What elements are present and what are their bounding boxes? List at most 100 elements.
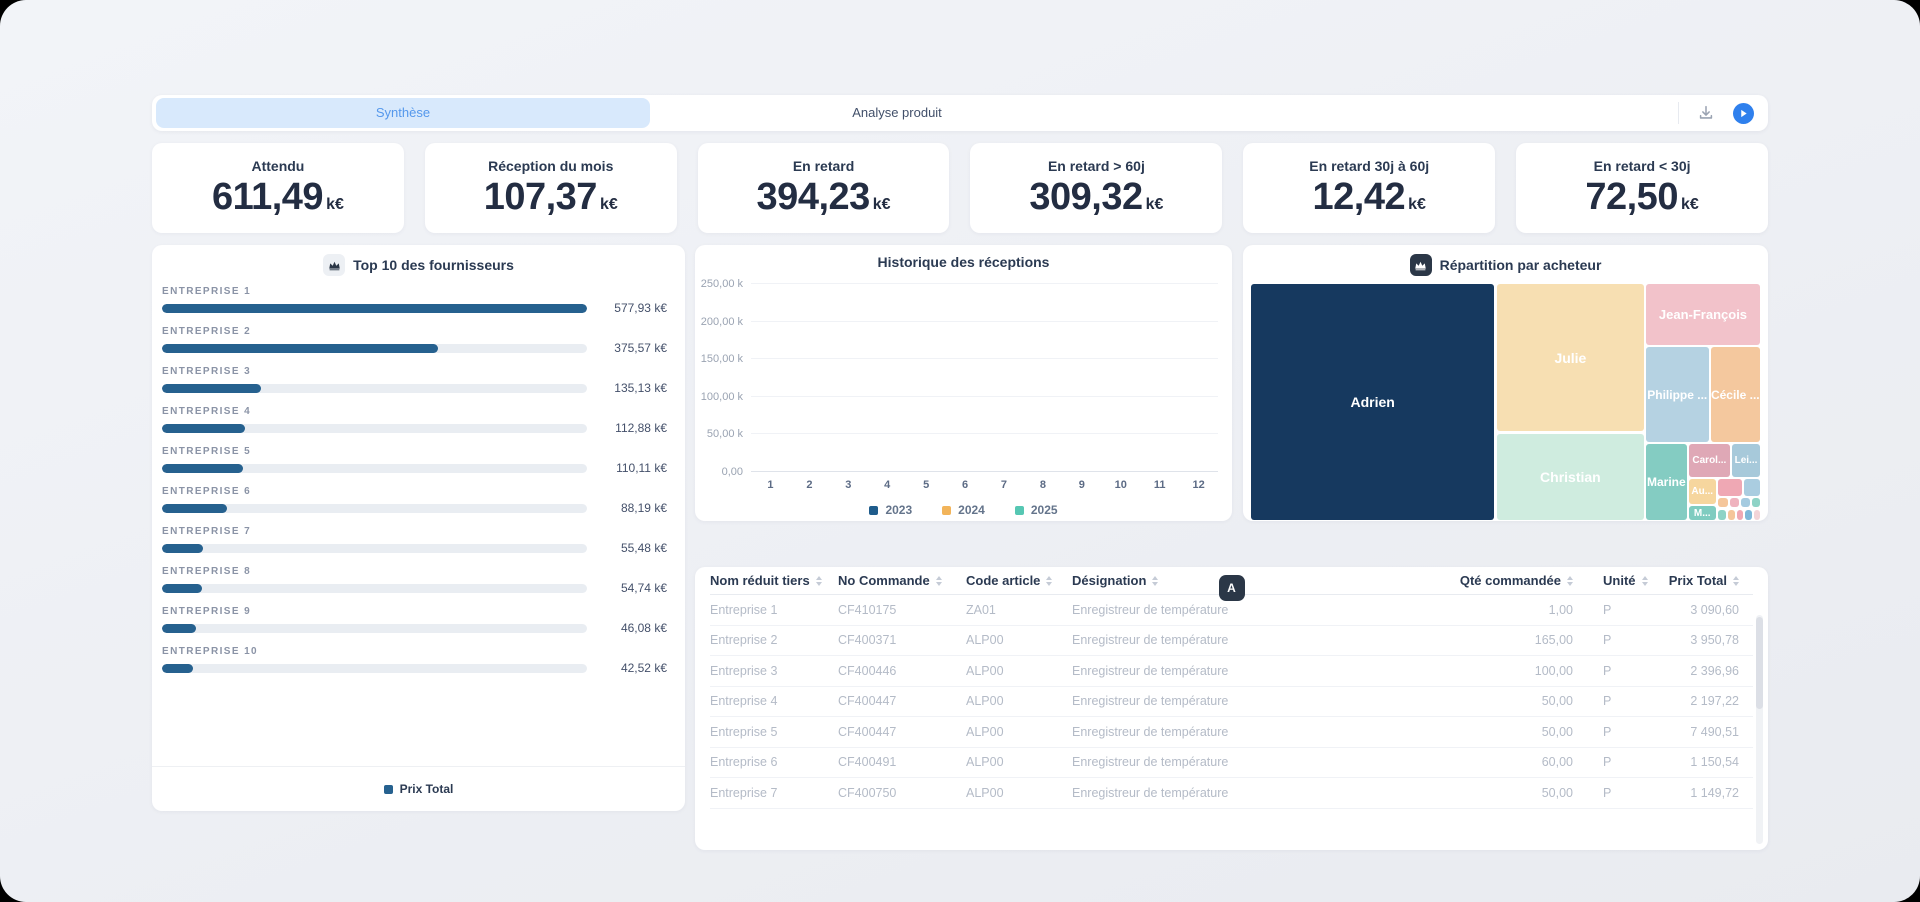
month-label: 8 [1023,479,1062,491]
kpi-unit: k€ [326,196,344,214]
kpi-label: Réception du mois [488,158,613,174]
supplier-bar-row: 54,74 k€ [162,581,667,595]
treemap-cell-small [1744,479,1760,496]
treemap-cell-small [1730,498,1739,507]
table-header-cell[interactable]: Code article [966,573,1072,588]
table-cell: 50,00 [1443,725,1573,739]
tab-synthese[interactable]: Synthèse [156,98,650,128]
table-cell: ALP00 [966,664,1072,678]
kpi-unit: k€ [873,196,891,214]
table-cell: Entreprise 1 [710,603,838,617]
table-cell: Enregistreur de température [1072,725,1443,739]
supplier-bar [162,664,193,673]
month-label: 12 [1179,479,1218,491]
supplier-bar [162,464,243,473]
top10-item: ENTREPRISE 1577,93 k€ [162,286,667,315]
treemap-cell: Philippe ... [1646,347,1709,443]
month-label: 5 [907,479,946,491]
column-label: Code article [966,573,1040,588]
kpi-label: En retard < 30j [1594,158,1691,174]
table-cell: Enregistreur de température [1072,755,1443,769]
top10-title-row: Top 10 des fournisseurs [152,254,685,276]
hist-x-axis: 123456789101112 [751,479,1218,491]
table-header-cell[interactable]: Unité [1573,573,1653,588]
top10-item: ENTREPRISE 946,08 k€ [162,606,667,635]
sort-icon [1733,576,1739,586]
table-header-cell[interactable]: Prix Total [1653,573,1753,588]
table-cell: P [1573,755,1653,769]
supplier-value: 55,48 k€ [597,541,667,555]
table-cell: 50,00 [1443,786,1573,800]
supplier-value: 375,57 k€ [597,341,667,355]
month-label: 3 [829,479,868,491]
tab-bar: Synthèse Analyse produit [152,95,1768,131]
table-cell: 1 150,54 [1653,755,1753,769]
table-cell: P [1573,664,1653,678]
table-scrollbar[interactable] [1756,615,1763,844]
hist-plot: 0,0050,00 k100,00 k150,00 k200,00 k250,0… [751,284,1218,472]
treemap-cell: Julie [1497,284,1644,431]
treemap-cell-small [1718,498,1728,507]
tab-analyse-produit[interactable]: Analyse produit [650,98,1144,128]
table-header-cell[interactable]: Désignation [1072,573,1443,588]
table-row[interactable]: Entreprise 7CF400750ALP00Enregistreur de… [710,778,1753,809]
column-label: Unité [1603,573,1636,588]
supplier-name: ENTREPRISE 8 [162,566,667,577]
dashboard-root: Synthèse Analyse produit [0,0,1920,902]
table-cell: CF400491 [838,755,966,769]
table-row[interactable]: Entreprise 2CF400371ALP00Enregistreur de… [710,626,1753,657]
sort-icon [816,576,822,586]
supplier-bar-row: 135,13 k€ [162,381,667,395]
download-button[interactable] [1697,104,1715,122]
column-label: Prix Total [1669,573,1727,588]
legend-swatch [1015,506,1024,515]
legend-item: 2025 [1015,503,1058,517]
table-header-cell[interactable]: Nom réduit tiers [710,573,838,588]
table-cell: Entreprise 6 [710,755,838,769]
table-header-cell[interactable]: Qté commandée [1443,573,1573,588]
run-button[interactable] [1733,103,1754,124]
y-tick-label: 150,00 k [701,353,743,365]
legend-item: 2024 [942,503,985,517]
table-cell: CF410175 [838,603,966,617]
legend-label: 2024 [958,503,985,517]
table-cell: P [1573,725,1653,739]
kpi-card: En retard < 30j72,50k€ [1516,143,1768,233]
supplier-bar-row: 55,48 k€ [162,541,667,555]
kpi-card: En retard 30j à 60j12,42k€ [1243,143,1495,233]
table-scrollbar-thumb[interactable] [1756,617,1763,709]
divider [1678,102,1679,124]
kpi-value: 72,50 [1585,176,1678,219]
table-cell: Entreprise 3 [710,664,838,678]
main-grid: Top 10 des fournisseurs ENTREPRISE 1577,… [152,245,1768,850]
table-cell: ALP00 [966,694,1072,708]
kpi-label: En retard > 60j [1048,158,1145,174]
kpi-value: 12,42 [1313,176,1406,219]
table-cell: CF400750 [838,786,966,800]
right-column: Historique des réceptions 0,0050,00 k100… [695,245,1768,850]
top10-item: ENTREPRISE 4112,88 k€ [162,406,667,435]
supplier-bar-track [162,464,587,473]
table-header-cell[interactable]: No Commande [838,573,966,588]
hist-title: Historique des réceptions [878,254,1050,270]
kpi-card: En retard394,23k€ [698,143,950,233]
hist-legend: 2023 2024 2025 [695,503,1232,517]
supplier-bar-track [162,624,587,633]
table-cell: Entreprise 7 [710,786,838,800]
table-cell: 1,00 [1443,603,1573,617]
table-cell: 2 396,96 [1653,664,1753,678]
table-row[interactable]: Entreprise 6CF400491ALP00Enregistreur de… [710,748,1753,779]
tab-actions [1678,102,1764,124]
table-row[interactable]: Entreprise 5CF400447ALP00Enregistreur de… [710,717,1753,748]
treemap-cell-small [1752,498,1760,507]
table-cell: P [1573,694,1653,708]
supplier-name: ENTREPRISE 3 [162,366,667,377]
supplier-bar-row: 110,11 k€ [162,461,667,475]
supplier-name: ENTREPRISE 10 [162,646,667,657]
legend-label: 2023 [885,503,912,517]
table-cell: P [1573,786,1653,800]
legend-label-prix-total: Prix Total [400,782,454,796]
table-row[interactable]: Entreprise 4CF400447ALP00Enregistreur de… [710,687,1753,718]
table-row[interactable]: Entreprise 3CF400446ALP00Enregistreur de… [710,656,1753,687]
top10-item: ENTREPRISE 5110,11 k€ [162,446,667,475]
